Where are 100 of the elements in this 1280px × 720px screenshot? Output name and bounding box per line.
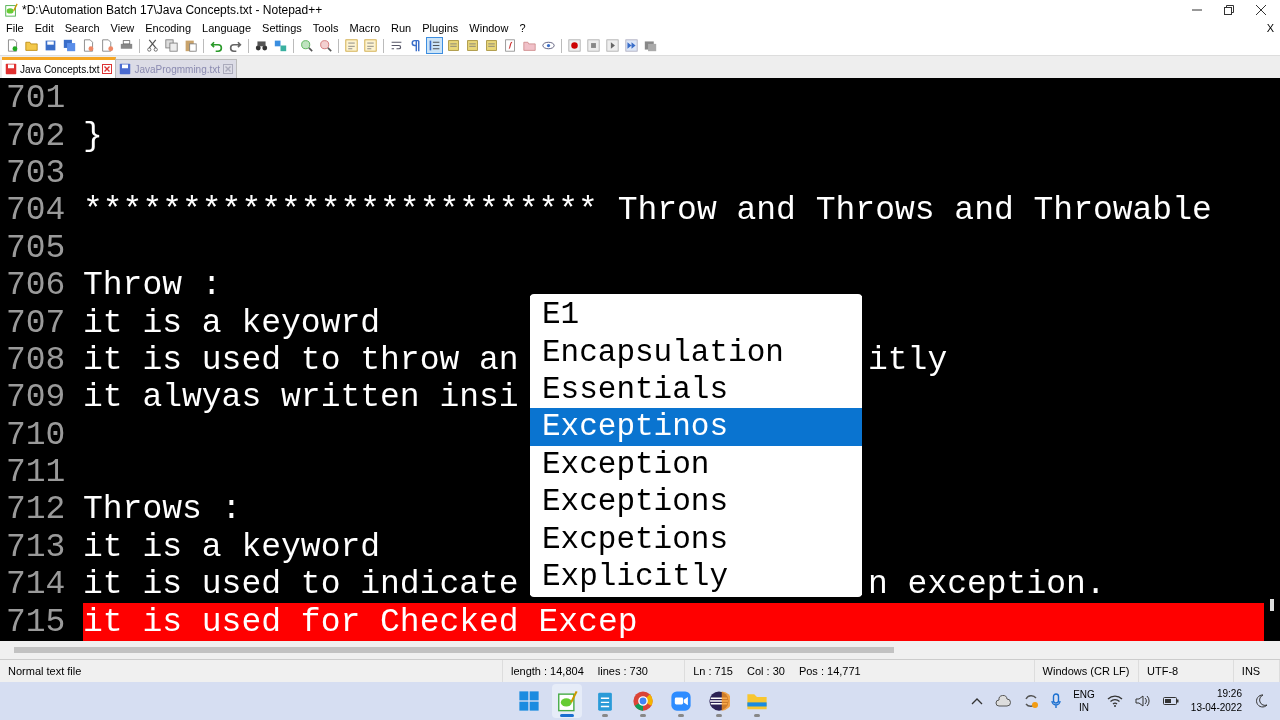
- code-line: Throws :: [83, 491, 242, 529]
- menu-item[interactable]: Edit: [34, 22, 59, 34]
- new-file-icon: [6, 39, 19, 52]
- scrollbar-thumb[interactable]: [14, 647, 894, 653]
- line-ending: Windows (CR LF): [1042, 665, 1130, 677]
- line-number: 702: [5, 117, 67, 155]
- video-camera-icon[interactable]: [670, 690, 692, 712]
- code-line: n exception.: [868, 566, 1106, 604]
- play-icon: [606, 39, 619, 52]
- suggestion-item[interactable]: Exceptinos: [530, 408, 862, 446]
- window-title: *D:\Automation Batch 17\Java Concepts.txt - Notepad++: [22, 3, 324, 17]
- sync-scroll-icon: [364, 39, 377, 52]
- code-line: itly: [868, 341, 948, 379]
- fast-forward-icon: [625, 39, 638, 52]
- pilcrow-icon: [409, 39, 422, 52]
- menu-item[interactable]: Language: [202, 22, 257, 34]
- menu-item[interactable]: Settings: [262, 22, 307, 34]
- paste-icon: [184, 39, 197, 52]
- wifi-icon[interactable]: [1106, 695, 1123, 707]
- menu-item[interactable]: View: [110, 22, 140, 34]
- document-map-icon: [447, 39, 460, 52]
- cloud-icon[interactable]: [995, 695, 1012, 707]
- moon-icon[interactable]: [1254, 694, 1268, 708]
- app-icon: [4, 3, 18, 17]
- region-indicator[interactable]: IN: [1079, 701, 1089, 714]
- menu-item[interactable]: Search: [64, 22, 105, 34]
- restore-icon[interactable]: [1224, 5, 1234, 15]
- eclipse-icon[interactable]: [708, 690, 730, 712]
- scrollbar-thumb[interactable]: [1270, 599, 1274, 611]
- menu-item[interactable]: Plugins: [422, 22, 464, 34]
- printer-icon: [120, 39, 133, 52]
- undo-icon: [210, 39, 223, 52]
- scissors-icon: [146, 39, 159, 52]
- record-icon: [568, 39, 581, 52]
- menu-item[interactable]: File: [6, 22, 29, 34]
- code-line: }: [83, 117, 103, 155]
- menu-item[interactable]: Macro: [349, 22, 386, 34]
- line-number: 708: [5, 341, 67, 379]
- code-line: ************************** Throw and Throws and Throwable: [83, 192, 1212, 230]
- code-line: Throw :: [83, 267, 222, 305]
- stop-icon: [587, 39, 600, 52]
- chrome-icon[interactable]: [632, 690, 654, 712]
- sync-icon[interactable]: [1023, 693, 1040, 709]
- lines-count: lines : 730: [597, 665, 648, 677]
- battery-icon[interactable]: [1162, 696, 1179, 706]
- line-number: 709: [5, 379, 67, 417]
- close-all-icon: [101, 39, 114, 52]
- close-document-button[interactable]: X: [1266, 22, 1280, 34]
- menu-item[interactable]: Encoding: [145, 22, 197, 34]
- line-number: 710: [5, 416, 67, 454]
- microphone-icon[interactable]: [1051, 693, 1062, 709]
- document-map-icon: [466, 39, 479, 52]
- encoding: UTF-8: [1147, 665, 1179, 677]
- menu-item[interactable]: ?: [519, 22, 531, 34]
- code-line: it is a keyowrd: [83, 304, 381, 342]
- replace-icon: [274, 39, 287, 52]
- line-number: 711: [5, 454, 67, 492]
- file-tab[interactable]: Java Concepts.txt: [2, 57, 117, 78]
- binoculars-icon: [255, 39, 268, 52]
- insert-mode: INS: [1241, 665, 1261, 677]
- windows-icon[interactable]: [518, 690, 540, 712]
- save-macro-icon: [644, 39, 657, 52]
- menu-item[interactable]: Tools: [312, 22, 344, 34]
- volume-icon[interactable]: [1134, 694, 1151, 708]
- line-number: 714: [5, 566, 67, 604]
- code-line: it is a keyword: [83, 528, 381, 566]
- zoom-out-icon: [319, 39, 332, 52]
- folder-icon: [25, 39, 38, 52]
- line-number: 706: [5, 267, 67, 305]
- line-number: 715: [5, 603, 67, 641]
- file-type: Normal text file: [8, 665, 82, 677]
- line-number: 712: [5, 491, 67, 529]
- line-position: Ln : 715: [693, 665, 733, 677]
- save-all-icon: [63, 39, 76, 52]
- language-indicator[interactable]: ENG: [1073, 688, 1095, 701]
- eye-icon: [542, 39, 555, 52]
- function-list-icon: [504, 39, 517, 52]
- clock-time[interactable]: 19:26: [1216, 687, 1242, 701]
- close-icon[interactable]: [1256, 5, 1266, 15]
- line-number: 713: [5, 528, 67, 566]
- line-number: 704: [5, 192, 67, 230]
- line-number: 707: [5, 304, 67, 342]
- close-file-icon: [82, 39, 95, 52]
- folder-icon: [523, 39, 536, 52]
- save-icon: [44, 39, 57, 52]
- word-wrap-icon: [390, 39, 403, 52]
- indent-guide-icon: [428, 39, 441, 52]
- zoom-in-icon: [300, 39, 313, 52]
- document-map-icon: [485, 39, 498, 52]
- redo-icon: [229, 39, 242, 52]
- menu-item[interactable]: Run: [391, 22, 417, 34]
- chevron-up-icon[interactable]: [971, 697, 984, 705]
- clock-date[interactable]: 13-04-2022: [1190, 701, 1242, 715]
- code-line: it alwyas written insi: [83, 379, 519, 417]
- char-position: Pos : 14,771: [798, 665, 861, 677]
- notepad-plus-icon[interactable]: [556, 690, 578, 712]
- copy-icon: [165, 39, 178, 52]
- menu-item[interactable]: Window: [469, 22, 514, 34]
- code-line: it is used to throw an: [83, 341, 519, 379]
- column-position: Col : 30: [746, 665, 785, 677]
